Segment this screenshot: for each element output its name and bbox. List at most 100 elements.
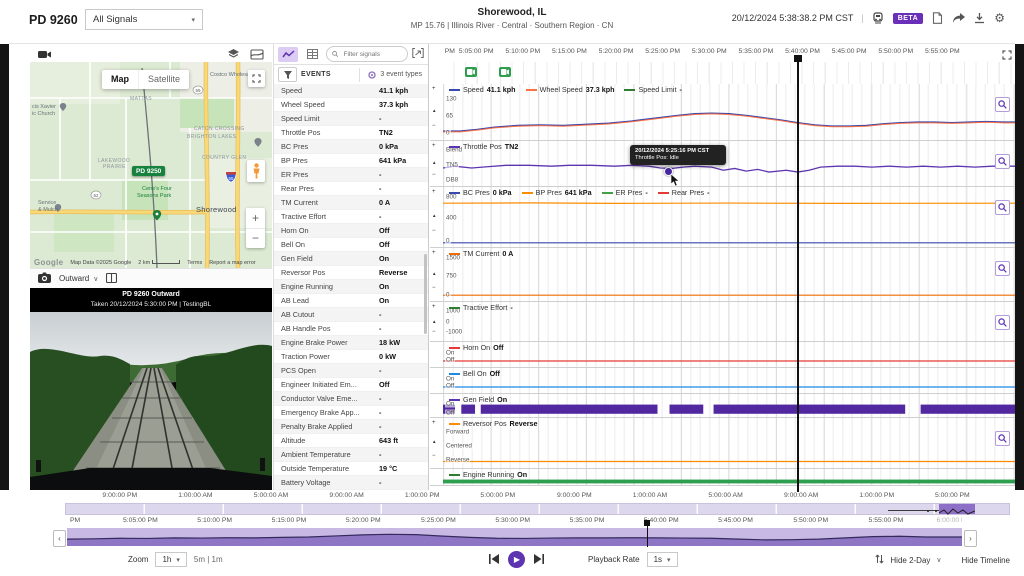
chart-plot-bell[interactable]: On Off Bell On Off [443,368,1015,393]
pegman-icon[interactable] [247,160,265,182]
signal-row[interactable]: BC Pres 0 kPa [274,140,428,154]
fit-to-data-icon[interactable] [412,45,424,63]
skip-previous-button[interactable] [489,553,499,566]
chart-axis-controls[interactable]: + ▲ − [430,141,443,186]
share-icon[interactable] [952,12,966,25]
signal-row[interactable]: Throttle Pos TN2 [274,126,428,140]
chart-axis-controls[interactable] [430,342,443,367]
download-icon[interactable] [973,12,986,25]
playhead-handle[interactable] [794,55,802,62]
timeline-scroll-right-button[interactable]: › [964,530,977,547]
chart-axis-controls[interactable] [430,368,443,393]
chart-axis-controls[interactable]: + ▲ − [430,302,443,341]
map-fullscreen-icon[interactable] [248,70,265,87]
chart-magnifier-button[interactable] [995,315,1010,330]
signal-row[interactable]: AB Handle Pos - [274,322,428,336]
timeline-playhead[interactable] [644,520,651,547]
chart-row-horn[interactable]: On Off Horn On Off [430,342,1015,368]
chart-plot-reversor[interactable]: Forward Centered Reverse Reversor Pos Revers… [443,418,1015,468]
chart-axis-controls[interactable] [430,469,443,485]
signal-row[interactable]: Conductor Valve Eme... - [274,392,428,406]
signal-row[interactable]: Engineer Initiated Em... Off [274,378,428,392]
signal-row[interactable]: Wheel Speed 37.3 kph [274,98,428,112]
chart-axis-controls[interactable]: + ▲ − [430,187,443,247]
map-zoom-control[interactable]: + − [246,208,265,248]
chart-row-bell[interactable]: On Off Bell On Off [430,368,1015,394]
chart-magnifier-button[interactable] [995,154,1010,169]
chart-plot-engine[interactable]: Engine Running On [443,469,1015,485]
signal-row[interactable]: Engine Running On [274,280,428,294]
skip-next-button[interactable] [534,553,544,566]
tab-table-view[interactable] [302,47,322,62]
map[interactable]: 55 52 59 Costco Wholesale cis Xavier ic Ch… [30,62,272,268]
signal-row[interactable]: Outside Temperature 19 °C [274,462,428,476]
report-icon[interactable] [931,12,944,25]
chart-plot-gen[interactable]: On Off Gen Field On [443,394,1015,417]
zoom-select[interactable]: 1h ▾ [155,552,187,567]
hide-timeline-toggle[interactable]: Hide Timeline [962,556,1010,565]
chart-row-pres[interactable]: + ▲ −800 400 0 BC Pres 0 kPa BP Pres 641 kPa ER P… [430,187,1015,248]
chart-plot-horn[interactable]: On Off Horn On Off [443,342,1015,367]
train-position-marker[interactable]: PD 9250 [132,166,166,176]
timeline-detail-band[interactable] [67,528,962,546]
chart-row-gen[interactable]: On Off Gen Field On [430,394,1015,418]
timeline-scroll-left-button[interactable]: ‹ [53,530,66,547]
chart-magnifier-button[interactable] [995,261,1010,276]
chart-row-tm[interactable]: + ▲ −1500 750 0 TM Current 0 A [430,248,1015,302]
signal-row[interactable]: Engine Brake Power 18 kW [274,336,428,350]
signal-scrollbar[interactable] [424,254,427,334]
signal-row[interactable]: Bell On Off [274,238,428,252]
signal-row[interactable]: Battery Voltage - [274,476,428,490]
map-zoom-out-button[interactable]: − [246,229,265,249]
play-button[interactable]: ▶ [508,551,525,568]
timeline-2day-band[interactable] [65,503,1010,515]
map-terms-link[interactable]: Terms [187,260,202,266]
gallery-icon[interactable] [106,272,118,285]
signal-row[interactable]: Horn On Off [274,224,428,238]
signal-row[interactable]: Penalty Brake Applied - [274,420,428,434]
chart-axis-controls[interactable] [430,394,443,417]
event-types[interactable]: 3 event types [359,67,428,82]
chart-plot-tm[interactable]: 1500 750 0 TM Current 0 A [443,248,1015,301]
signal-search-input[interactable] [341,49,402,59]
signal-row[interactable]: AB Cutout - [274,308,428,322]
chart-axis-controls[interactable]: + ▲ − [430,248,443,301]
signal-row[interactable]: Traction Power 0 kW [274,350,428,364]
signal-row[interactable]: Speed 41.1 kph [274,84,428,98]
hide-2day-toggle[interactable]: Hide 2-Day [890,556,930,565]
chart-magnifier-button[interactable] [995,200,1010,215]
chart-axis-controls[interactable]: + ▲ − [430,418,443,468]
chart-plot-speed[interactable]: 130 65 0 Speed 41.1 kph Wheel Speed 37.3 kph Sp… [443,84,1015,140]
events-strip[interactable] [443,62,1015,85]
signal-row[interactable]: AB Lead On [274,294,428,308]
chart-row-speed[interactable]: + ▲ −130 65 0 Speed 41.1 kph Wheel Speed 37.3 kp… [430,84,1015,141]
settings-gear-icon[interactable]: ⚙ [994,11,1005,25]
signal-row[interactable]: BP Pres 641 kPa [274,154,428,168]
signal-row[interactable]: Emergency Brake App... - [274,406,428,420]
camera-icon[interactable] [38,272,51,285]
chart-magnifier-button[interactable] [995,431,1010,446]
filter-funnel-icon[interactable] [278,67,297,82]
signal-row[interactable]: Reversor Pos Reverse [274,266,428,280]
map-type-map[interactable]: Map [102,70,138,89]
signal-row[interactable]: Gen Field On [274,252,428,266]
playhead-line[interactable] [797,59,799,492]
signal-row[interactable]: Tractive Effort - [274,210,428,224]
tab-chart-view[interactable] [278,46,298,62]
signal-search[interactable] [326,46,408,62]
signal-row[interactable]: Ambient Temperature - [274,448,428,462]
signal-row[interactable]: Altitude 643 ft [274,434,428,448]
chart-axis-controls[interactable]: + ▲ − [430,84,443,140]
event-camera-icon[interactable] [465,67,477,77]
timeline-2day-selection[interactable] [938,504,976,515]
signal-row[interactable]: Rear Pres - [274,182,428,196]
zoom-presets[interactable]: 5m | 1m [194,555,223,564]
playback-rate-select[interactable]: 1s ▾ [646,552,678,567]
camera-view-dropdown[interactable]: Outward ∨ [59,274,98,283]
event-camera-icon[interactable] [499,67,511,77]
chart-plot-throttle[interactable]: Blend TN5 DB8 Throttle Pos TN2 [443,141,1015,186]
signal-row[interactable]: PCS Open - [274,364,428,378]
chart-row-tractive[interactable]: + ▲ −1000 0 -1000 Tractive Effort - [430,302,1015,342]
map-type-satellite[interactable]: Satellite [138,70,189,89]
signal-row[interactable]: Speed Limit - [274,112,428,126]
